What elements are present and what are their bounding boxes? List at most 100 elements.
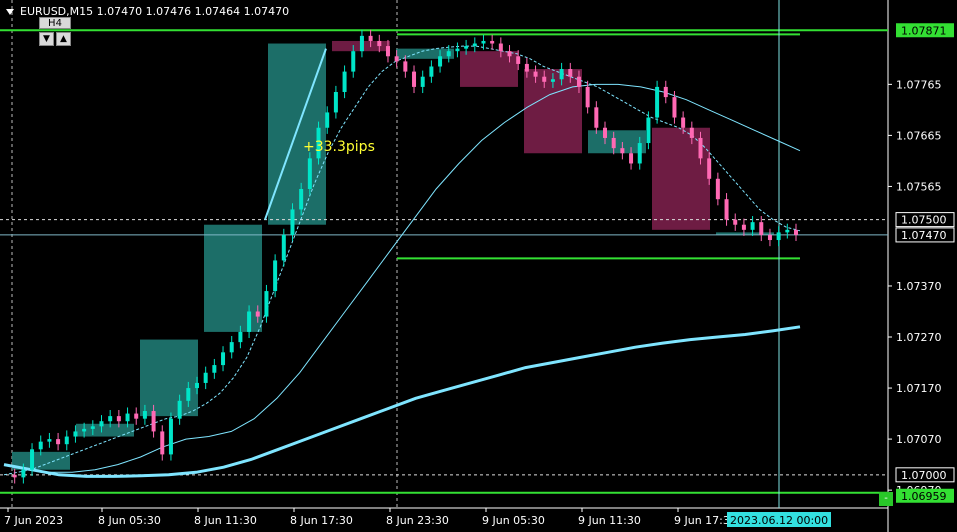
price-tick-label: 1.07070 bbox=[896, 433, 942, 446]
candle-body bbox=[160, 431, 165, 455]
candle-body bbox=[212, 365, 217, 373]
price-label-text: 1.07470 bbox=[901, 229, 947, 242]
time-tick-label: 8 Jun 11:30 bbox=[194, 514, 257, 527]
time-tick-label: 7 Jun 2023 bbox=[4, 514, 63, 527]
candle-body bbox=[273, 260, 278, 292]
collapse-button[interactable]: - bbox=[879, 492, 893, 506]
candle-body bbox=[47, 439, 52, 442]
price-label-text: 1.07871 bbox=[901, 24, 947, 37]
candle-body bbox=[672, 97, 677, 118]
candle-body bbox=[177, 400, 182, 419]
candle-body bbox=[203, 372, 208, 383]
candle-body bbox=[438, 56, 443, 67]
candle-body bbox=[576, 76, 581, 87]
candle-body bbox=[498, 43, 503, 52]
candle-body bbox=[464, 46, 469, 49]
candle-body bbox=[629, 153, 634, 164]
candle-body bbox=[507, 51, 512, 57]
candle-body bbox=[134, 413, 139, 419]
candle-body bbox=[568, 69, 573, 77]
timeframe-badge[interactable]: H4 bbox=[39, 17, 71, 29]
candle-body bbox=[655, 86, 660, 118]
crosshair-time-label: 2023.06.12 00:00 bbox=[730, 514, 828, 527]
candle-body bbox=[255, 311, 260, 317]
chevron-down-icon[interactable] bbox=[6, 9, 14, 15]
candle-body bbox=[333, 92, 338, 113]
candle-body bbox=[377, 40, 382, 47]
candle-body bbox=[385, 46, 390, 57]
price-tick-label: 1.07665 bbox=[896, 129, 942, 142]
price-label-text: 1.07000 bbox=[901, 469, 947, 482]
candle-body bbox=[707, 158, 712, 179]
candle-body bbox=[56, 439, 61, 445]
candle-body bbox=[325, 112, 330, 128]
candle-body bbox=[724, 199, 729, 220]
candle-body bbox=[264, 291, 269, 317]
candle-body bbox=[516, 56, 521, 64]
candle-body bbox=[186, 388, 191, 401]
candle-body bbox=[403, 61, 408, 72]
price-tick-label: 1.07565 bbox=[896, 180, 942, 193]
candle-body bbox=[481, 40, 486, 44]
candle-body bbox=[446, 51, 451, 57]
candle-body bbox=[733, 219, 738, 225]
candle-body bbox=[64, 436, 69, 445]
candle-body bbox=[12, 474, 17, 478]
candle-body bbox=[594, 107, 599, 128]
candle-body bbox=[221, 352, 226, 366]
candle-body bbox=[689, 127, 694, 138]
candle-body bbox=[785, 229, 790, 233]
candle-body bbox=[99, 421, 104, 427]
candle-body bbox=[611, 137, 616, 149]
candle-body bbox=[533, 71, 538, 77]
arrow-down-button[interactable]: ▼ bbox=[39, 32, 54, 46]
price-tick-label: 1.07270 bbox=[896, 331, 942, 344]
candle-body bbox=[168, 418, 173, 455]
candle-body bbox=[90, 426, 95, 429]
candle-body bbox=[38, 441, 43, 450]
candle-body bbox=[420, 76, 425, 87]
candle-body bbox=[663, 86, 668, 98]
candle-body bbox=[603, 127, 608, 138]
candle-body bbox=[412, 71, 417, 87]
candle-body bbox=[429, 66, 434, 77]
candle-body bbox=[247, 311, 252, 332]
time-tick-label: 9 Jun 05:30 bbox=[482, 514, 545, 527]
candle-body bbox=[368, 35, 373, 41]
candle-body bbox=[194, 382, 199, 389]
htf-box bbox=[204, 224, 262, 332]
candle-body bbox=[299, 188, 304, 210]
candle-body bbox=[359, 35, 364, 52]
candle-body bbox=[524, 63, 529, 72]
candle-body bbox=[715, 178, 720, 200]
time-tick-label: 8 Jun 05:30 bbox=[98, 514, 161, 527]
candle-body bbox=[394, 56, 399, 62]
price-chart[interactable]: 1.07765 1.07665 1.07565 1.07370 1.07270 1.071… bbox=[0, 0, 957, 532]
candle-body bbox=[637, 143, 642, 164]
candle-body bbox=[550, 79, 555, 82]
candle-body bbox=[776, 232, 781, 241]
candle-body bbox=[342, 71, 347, 93]
time-tick-label: 8 Jun 17:30 bbox=[290, 514, 353, 527]
price-tick-label: 1.07370 bbox=[896, 280, 942, 293]
time-tick-label: 8 Jun 23:30 bbox=[386, 514, 449, 527]
candle-body bbox=[698, 137, 703, 159]
candle-body bbox=[108, 416, 113, 422]
candle-body bbox=[142, 411, 147, 419]
candle-body bbox=[646, 117, 651, 144]
candle-body bbox=[351, 51, 356, 72]
candle-body bbox=[750, 222, 755, 230]
candle-body bbox=[229, 342, 234, 353]
candle-body bbox=[585, 86, 590, 108]
candle-body bbox=[125, 413, 130, 422]
arrow-up-button[interactable]: ▲ bbox=[56, 32, 71, 46]
candle-body bbox=[30, 449, 35, 470]
price-label-text: 1.07500 bbox=[901, 214, 947, 227]
candle-body bbox=[794, 229, 798, 235]
candle-body bbox=[767, 234, 772, 241]
candle-body bbox=[455, 48, 460, 52]
candle-body bbox=[542, 76, 547, 82]
htf-box bbox=[140, 339, 198, 417]
candle-body bbox=[116, 416, 121, 422]
candle-body bbox=[681, 117, 686, 128]
